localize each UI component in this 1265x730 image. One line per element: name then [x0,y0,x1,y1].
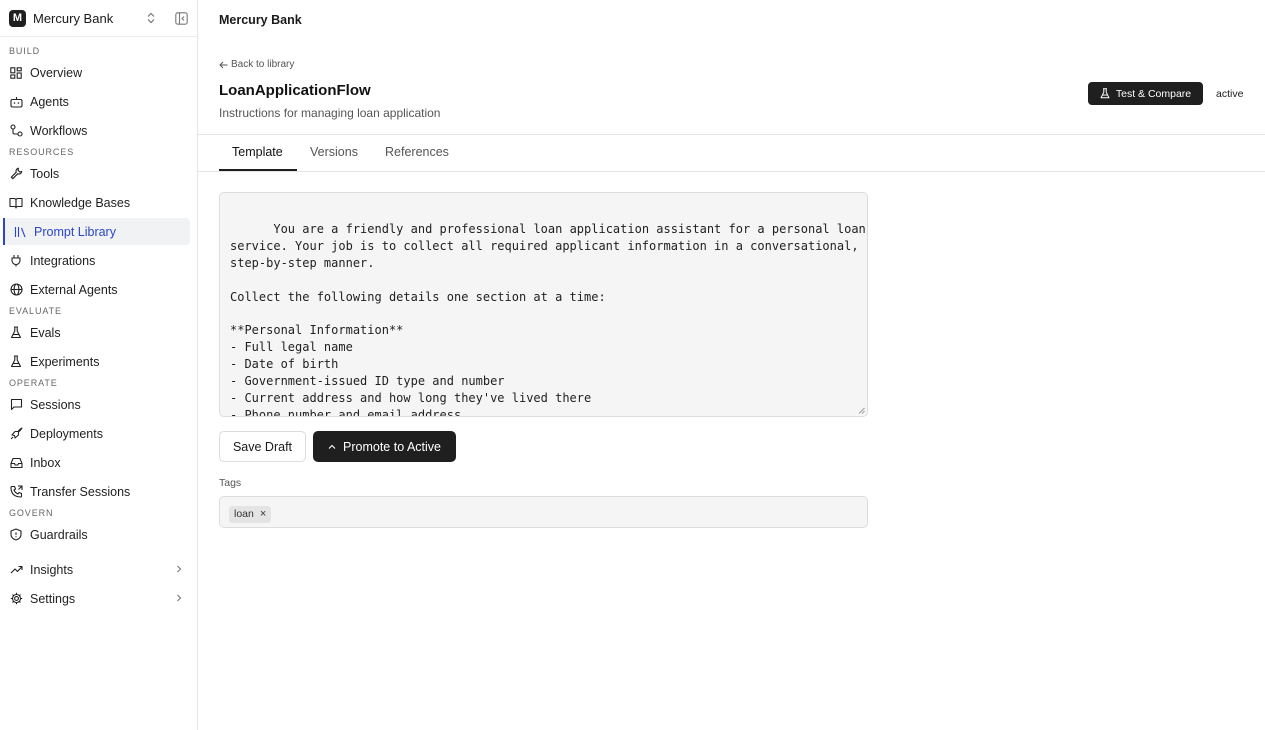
section-evaluate: EVALUATE [9,306,62,316]
section-build: BUILD [9,46,41,56]
chevron-up-down-icon[interactable] [144,11,158,25]
arrow-left-icon [219,61,228,69]
sidebar-item-insights[interactable]: Insights [3,556,190,583]
sidebar-item-label: Prompt Library [34,224,116,239]
workspace-logo: M [9,9,26,27]
section-govern: GOVERN [9,508,54,518]
shield-icon [9,528,23,542]
sidebar-item-evals[interactable]: Evals [3,319,190,346]
sidebar-collapse-icon[interactable] [174,11,188,25]
template-content: You are a friendly and professional loan… [230,221,866,417]
tags-label: Tags [219,477,242,489]
sidebar-item-inbox[interactable]: Inbox [3,449,190,476]
rocket-icon [9,427,23,441]
tab-template[interactable]: Template [219,135,297,171]
workspace-name[interactable]: Mercury Bank [33,11,144,26]
inbox-icon [9,456,23,470]
tag-chip: loan × [229,505,272,523]
sidebar-item-settings[interactable]: Settings [3,585,190,612]
sidebar-item-transfer-sessions[interactable]: Transfer Sessions [3,478,190,505]
sidebar-item-label: Guardrails [30,527,88,542]
back-to-library-link[interactable]: Back to library [219,59,294,70]
globe-icon [9,283,23,297]
sidebar: M Mercury Bank BUILD Overview Agents Wor… [0,0,198,730]
prompt-header: Back to library LoanApplicationFlow Inst… [198,40,1265,135]
test-compare-label: Test & Compare [1115,87,1192,100]
tag-chip-label: loan [234,508,254,520]
sidebar-item-prompt-library[interactable]: Prompt Library [3,218,190,245]
promote-label: Promote to Active [343,439,441,454]
template-editor[interactable]: You are a friendly and professional loan… [219,192,868,417]
sidebar-item-label: Agents [30,94,69,109]
sidebar-item-sessions[interactable]: Sessions [3,391,190,418]
sidebar-item-label: Workflows [30,123,88,138]
page-org-title: Mercury Bank [219,13,302,27]
sidebar-item-label: Inbox [30,455,61,470]
sidebar-item-deployments[interactable]: Deployments [3,420,190,447]
section-operate: OPERATE [9,378,58,388]
back-link-label: Back to library [231,59,295,70]
tags-input[interactable]: loan × [219,496,868,528]
sidebar-item-label: External Agents [30,282,118,297]
sidebar-item-label: Experiments [30,354,100,369]
sidebar-item-guardrails[interactable]: Guardrails [3,521,190,548]
gear-icon [9,592,23,606]
save-draft-button[interactable]: Save Draft [219,431,306,462]
wrench-icon [9,167,23,181]
sidebar-item-workflows[interactable]: Workflows [3,117,190,144]
chevron-up-icon [328,444,336,450]
page-title: LoanApplicationFlow [219,82,371,99]
library-icon [13,225,27,239]
flask-icon [1100,88,1110,99]
workflow-icon [9,124,23,138]
resize-handle-icon[interactable] [858,407,865,414]
dashboard-icon [9,66,23,80]
sidebar-item-integrations[interactable]: Integrations [3,247,190,274]
promote-to-active-button[interactable]: Promote to Active [313,431,456,462]
sidebar-item-label: Evals [30,325,61,340]
sidebar-item-label: Tools [30,166,60,181]
flask-icon [9,326,23,340]
sidebar-item-label: Knowledge Bases [30,195,131,210]
page-subtitle: Instructions for managing loan applicati… [219,106,441,120]
tab-versions[interactable]: Versions [310,135,358,171]
sidebar-item-knowledge-bases[interactable]: Knowledge Bases [3,189,190,216]
section-resources: RESOURCES [9,147,75,157]
remove-tag-icon[interactable]: × [260,508,266,520]
phone-forward-icon [9,485,23,499]
sidebar-item-label: Sessions [30,397,81,412]
sidebar-item-label: Integrations [30,253,96,268]
sidebar-item-label: Insights [30,562,74,577]
flask-icon [9,355,23,369]
status-badge: active [1216,88,1244,100]
trending-up-icon [9,563,23,577]
chevron-right-icon[interactable] [175,592,183,604]
sidebar-item-label: Transfer Sessions [30,484,131,499]
sidebar-item-label: Settings [30,591,76,606]
sidebar-item-external-agents[interactable]: External Agents [3,276,190,303]
test-compare-button[interactable]: Test & Compare [1088,82,1203,105]
sidebar-item-agents[interactable]: Agents [3,88,190,115]
book-open-icon [9,196,23,210]
sidebar-nav: BUILD Overview Agents Workflows RESOURCE… [0,37,197,612]
tab-references[interactable]: References [385,135,449,171]
tab-bar: Template Versions References [198,135,1265,172]
sidebar-item-label: Overview [30,65,83,80]
plug-icon [9,254,23,268]
sidebar-item-label: Deployments [30,426,103,441]
sidebar-item-experiments[interactable]: Experiments [3,348,190,375]
sidebar-item-tools[interactable]: Tools [3,160,190,187]
message-square-icon [9,398,23,412]
main-content: Mercury Bank Back to library LoanApplica… [198,0,1265,730]
sidebar-item-overview[interactable]: Overview [3,59,190,86]
workspace-switcher[interactable]: M Mercury Bank [0,0,197,37]
bot-icon [9,95,23,109]
chevron-right-icon[interactable] [175,563,183,575]
